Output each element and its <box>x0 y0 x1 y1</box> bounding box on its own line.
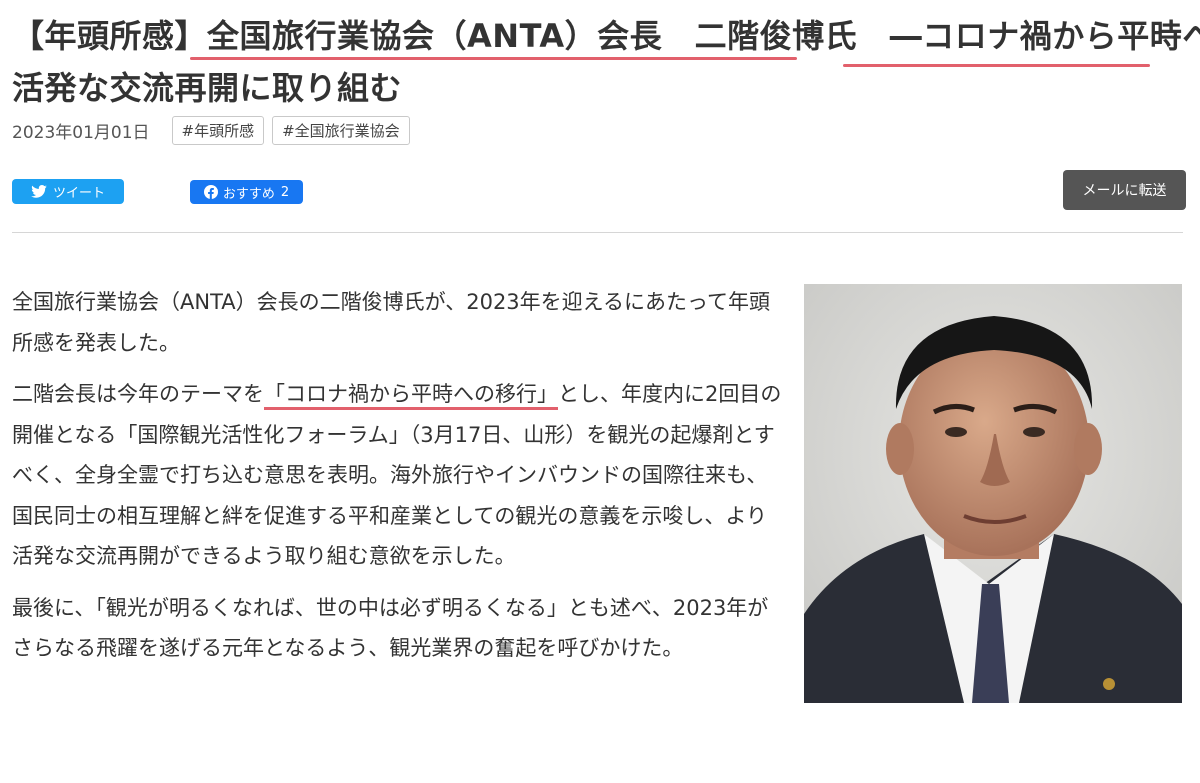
title-underline-main <box>190 57 797 60</box>
title-line2: 活発な交流再開に取り組む <box>12 69 403 107</box>
tag-nentoushokan[interactable]: #年頭所感 <box>171 115 265 145</box>
article-title-line1: 【年頭所感】全国旅行業協会（ANTA）会長 二階俊博氏 ―コロナ禍から平時へ、 <box>12 10 1200 62</box>
mail-forward-label: メールに転送 <box>1082 183 1167 199</box>
portrait-photo <box>804 284 1182 703</box>
body-paragraph-2: 二階会長は今年のテーマを「コロナ禍から平時への移行」とし、年度内に2回目の開催と… <box>12 374 782 577</box>
title-underline-sub <box>843 64 1150 67</box>
article-title: 【年頭所感】全国旅行業協会（ANTA）会長 二階俊博氏 ―コロナ禍から平時へ、 … <box>12 10 1200 114</box>
p2-before: 二階会長は今年のテーマを <box>12 382 264 406</box>
body-paragraph-1: 全国旅行業協会（ANTA）会長の二階俊博氏が、2023年を迎えるにあたって年頭所… <box>12 290 770 355</box>
divider <box>12 232 1183 233</box>
title-prefix: 【年頭所感】 <box>12 17 208 55</box>
body-paragraph-3: 最後に、「観光が明るくなれば、世の中は必ず明るくなる」とも述べ、2023年がさら… <box>12 595 769 661</box>
title-spacer <box>857 17 890 55</box>
title-sub: ―コロナ禍から平時へ、 <box>889 17 1200 55</box>
tweet-button[interactable]: ツイート <box>12 179 124 204</box>
portrait-illustration <box>804 284 1182 703</box>
facebook-recommend-button[interactable]: おすすめ 2 <box>190 180 303 204</box>
facebook-recommend-label: おすすめ <box>222 186 275 202</box>
tag-anta[interactable]: #全国旅行業協会 <box>272 115 410 145</box>
article-date: 2023年01月01日 <box>12 122 150 143</box>
twitter-bird-icon <box>31 185 47 198</box>
theme-highlight: 「コロナ禍から平時への移行」 <box>264 382 558 410</box>
article-meta: 2023年01月01日 #年頭所感 #全国旅行業協会 <box>12 115 418 145</box>
title-main: 全国旅行業協会（ANTA）会長 二階俊博氏 <box>207 17 858 55</box>
article-body: 全国旅行業協会（ANTA）会長の二階俊博氏が、2023年を迎えるにあたって年頭所… <box>12 282 782 680</box>
mail-forward-button[interactable]: メールに転送 <box>1063 170 1186 210</box>
facebook-logo-icon <box>203 185 218 199</box>
tweet-label: ツイート <box>52 186 105 201</box>
facebook-recommend-count: 2 <box>280 184 290 200</box>
